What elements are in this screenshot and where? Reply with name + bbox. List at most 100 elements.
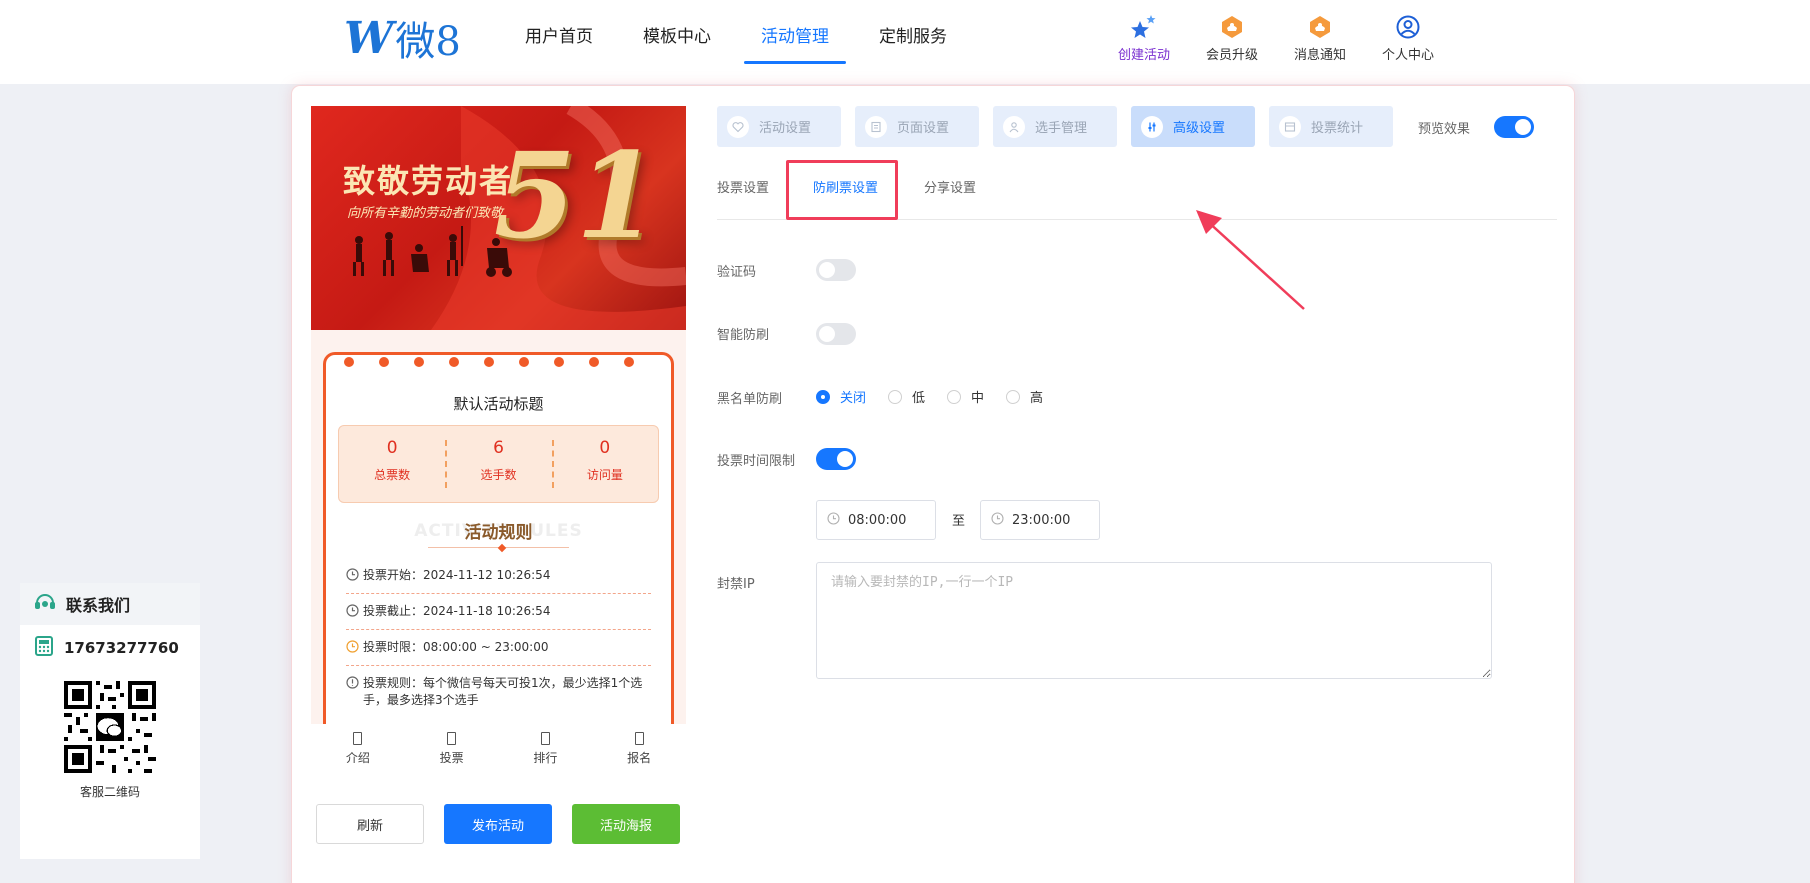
stat-value: 6 xyxy=(493,438,504,458)
stat-value: 0 xyxy=(386,438,398,458)
ticket-dots xyxy=(344,357,634,367)
contact-panel: 联系我们 17673277760 客服二维码 xyxy=(20,583,200,859)
blacklist-option-high[interactable]: 高 xyxy=(1006,387,1043,406)
subtab-vote-settings[interactable]: 投票设置 xyxy=(717,160,769,219)
tab-vote-statistics[interactable]: 投票统计 xyxy=(1269,106,1393,147)
create-activity-link[interactable]: 创建活动 xyxy=(1100,12,1188,63)
nav-item-activity-management[interactable]: 活动管理 xyxy=(736,0,854,84)
time-range-separator: 至 xyxy=(952,514,966,529)
clock-icon xyxy=(346,640,359,656)
end-time-value: 23:00:00 xyxy=(1012,512,1071,528)
rules-diamond xyxy=(497,543,507,553)
rules-title: 活动规则 xyxy=(464,523,533,543)
mobile-tab-bar: 介绍 投票 排行 报名 xyxy=(311,724,686,780)
vote-icon xyxy=(447,732,457,745)
quick-links: 创建活动 会员升级 消息通知 个人中心 xyxy=(1100,12,1452,63)
tab-ranking[interactable]: 排行 xyxy=(499,724,593,780)
tab-label: 投票统计 xyxy=(1311,121,1364,136)
logo-text: 微8 xyxy=(395,19,461,65)
activity-banner: 致敬劳动者 向所有辛勤的劳动者们致敬 51 xyxy=(311,106,686,330)
blacklist-radio-group: 关闭 低 中 高 xyxy=(816,387,1043,406)
site-logo[interactable]: W 微8 xyxy=(344,12,461,66)
contact-header: 联系我们 xyxy=(20,583,200,625)
tab-vote[interactable]: 投票 xyxy=(405,724,499,780)
clock-icon xyxy=(346,568,359,584)
tab-signup[interactable]: 报名 xyxy=(592,724,686,780)
tab-label: 介绍 xyxy=(345,751,370,765)
sliders-icon xyxy=(1141,115,1163,138)
phone-icon xyxy=(34,636,64,660)
user-icon xyxy=(1003,115,1025,138)
rule-text: 投票截止：2024-11-18 10:26:54 xyxy=(363,604,551,618)
subtab-share-settings[interactable]: 分享设置 xyxy=(924,160,976,219)
nav-item-templates[interactable]: 模板中心 xyxy=(618,0,736,84)
nav-item-custom-service[interactable]: 定制服务 xyxy=(854,0,972,84)
clock-icon xyxy=(991,511,1012,529)
stat-value: 0 xyxy=(599,438,611,458)
blacklist-label: 黑名单防刷 xyxy=(717,392,783,407)
medal-icon xyxy=(1276,12,1364,42)
blacklist-option-medium[interactable]: 中 xyxy=(947,387,984,406)
signup-icon xyxy=(634,732,644,745)
rule-item: 投票规则：每个微信号每天可投1次，最少选择1个选手，最多选择3个选手 xyxy=(346,675,651,718)
stat-label: 总票数 xyxy=(374,468,411,482)
tab-advanced-settings[interactable]: 高级设置 xyxy=(1131,106,1255,147)
ranking-icon xyxy=(540,732,550,745)
smart-anti-fraud-label: 智能防刷 xyxy=(717,328,770,343)
blacklist-option-off[interactable]: 关闭 xyxy=(816,387,866,406)
info-icon xyxy=(346,676,359,692)
rule-item: 投票截止：2024-11-18 10:26:54 xyxy=(346,603,651,630)
banner-title: 致敬劳动者 xyxy=(343,162,514,200)
start-time-picker[interactable]: 08:00:00 xyxy=(816,500,936,540)
clock-icon xyxy=(827,511,848,529)
qr-code-label: 客服二维码 xyxy=(79,785,140,799)
radio-label: 高 xyxy=(1030,391,1044,406)
notifications-link[interactable]: 消息通知 xyxy=(1276,12,1364,63)
smart-anti-fraud-toggle[interactable] xyxy=(816,323,856,345)
vote-time-limit-toggle[interactable] xyxy=(816,448,856,470)
contact-title: 联系我们 xyxy=(66,596,131,615)
member-upgrade-label: 会员升级 xyxy=(1205,48,1258,63)
clock-icon xyxy=(346,604,359,620)
headset-icon xyxy=(34,592,66,616)
user-circle-icon xyxy=(1364,12,1452,42)
stat-total-votes: 0 总票数 xyxy=(339,426,445,502)
radio-label: 低 xyxy=(912,391,926,406)
mobile-preview: 致敬劳动者 向所有辛勤的劳动者们致敬 51 默认活动标题 0 总票数 6 选手数… xyxy=(311,106,686,724)
tab-label: 排行 xyxy=(533,751,558,765)
contact-phone-number: 17673277760 xyxy=(64,639,179,657)
tab-intro[interactable]: 介绍 xyxy=(311,724,405,780)
editor-card: 致敬劳动者 向所有辛勤的劳动者们致敬 51 默认活动标题 0 总票数 6 选手数… xyxy=(292,86,1574,883)
activity-poster-button[interactable]: 活动海报 xyxy=(572,804,680,844)
page-icon xyxy=(865,115,887,138)
notifications-label: 消息通知 xyxy=(1293,48,1346,63)
banner-subtitle: 向所有辛勤的劳动者们致敬 xyxy=(347,206,504,221)
nav-item-home[interactable]: 用户首页 xyxy=(500,0,618,84)
refresh-button[interactable]: 刷新 xyxy=(316,804,424,844)
personal-center-link[interactable]: 个人中心 xyxy=(1364,12,1452,63)
tab-contestant-management[interactable]: 选手管理 xyxy=(993,106,1117,147)
blacklist-option-low[interactable]: 低 xyxy=(888,387,925,406)
intro-icon xyxy=(353,732,363,745)
member-upgrade-link[interactable]: 会员升级 xyxy=(1188,12,1276,63)
rule-text: 投票规则：每个微信号每天可投1次，最少选择1个选手，最多选择3个选手 xyxy=(363,676,643,707)
top-navbar: W 微8 用户首页 模板中心 活动管理 定制服务 创建活动 会员升级 消息通知 xyxy=(0,0,1810,84)
publish-activity-button[interactable]: 发布活动 xyxy=(444,804,552,844)
logo-mark: W xyxy=(344,12,393,64)
tab-page-settings[interactable]: 页面设置 xyxy=(855,106,979,147)
captcha-toggle[interactable] xyxy=(816,259,856,281)
personal-center-label: 个人中心 xyxy=(1381,48,1434,63)
preview-effect-toggle[interactable] xyxy=(1494,116,1534,138)
radio-label: 关闭 xyxy=(840,391,867,406)
block-ip-textarea[interactable] xyxy=(816,562,1492,679)
tab-activity-settings[interactable]: 活动设置 xyxy=(717,106,841,147)
tab-label: 页面设置 xyxy=(897,121,950,136)
tab-label: 选手管理 xyxy=(1035,121,1088,136)
rule-text: 投票时限：08:00:00 ~ 23:00:00 xyxy=(363,640,549,654)
captcha-label: 验证码 xyxy=(717,265,757,280)
medal-icon xyxy=(1188,12,1276,42)
end-time-picker[interactable]: 23:00:00 xyxy=(980,500,1100,540)
activity-title: 默认活动标题 xyxy=(453,395,544,413)
tab-label: 活动设置 xyxy=(759,121,812,136)
rule-item: 投票时限：08:00:00 ~ 23:00:00 xyxy=(346,639,651,666)
